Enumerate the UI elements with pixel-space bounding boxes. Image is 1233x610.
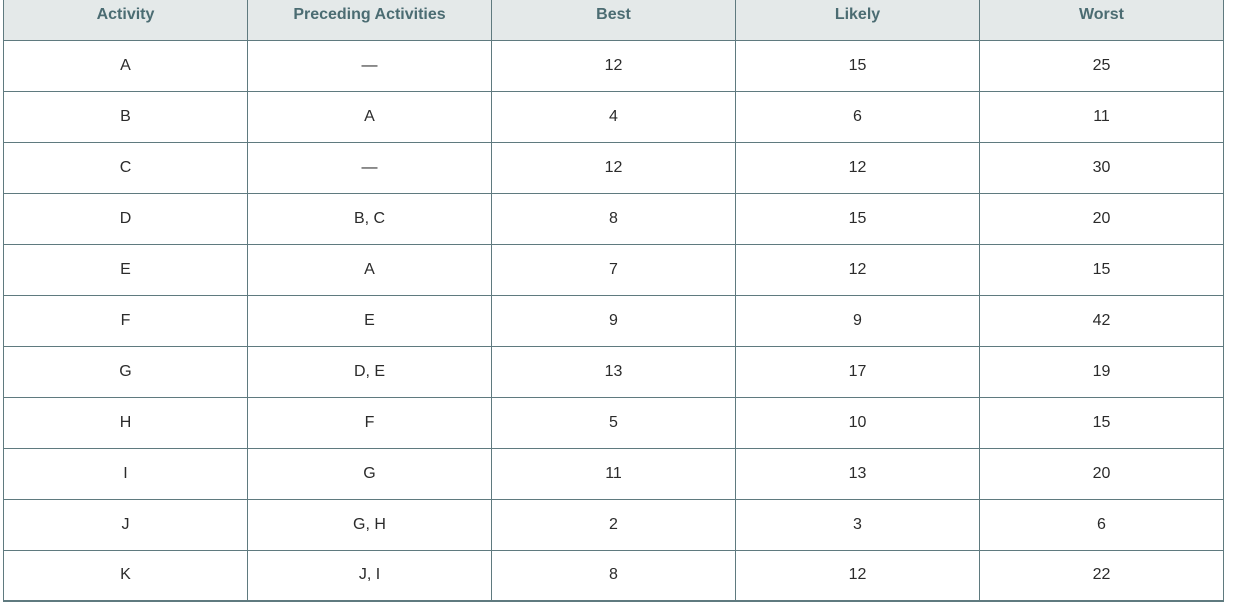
table-row: E A 7 12 15 [3,243,1224,296]
activity-table-container: Activity Preceding Activities Best Likel… [3,0,1224,602]
cell-likely: 15 [735,39,980,92]
cell-best: 12 [491,39,736,92]
cell-activity: H [3,396,248,449]
cell-worst: 15 [979,243,1224,296]
cell-best: 7 [491,243,736,296]
table-row: C — 12 12 30 [3,141,1224,194]
cell-preceding: B, C [247,192,492,245]
table-row: J G, H 2 3 6 [3,498,1224,551]
header-likely: Likely [735,0,980,41]
cell-activity: K [3,549,248,602]
cell-activity: C [3,141,248,194]
cell-best: 9 [491,294,736,347]
cell-best: 5 [491,396,736,449]
header-activity: Activity [3,0,248,41]
cell-preceding: G, H [247,498,492,551]
header-worst: Worst [979,0,1224,41]
cell-preceding: A [247,90,492,143]
cell-best: 8 [491,192,736,245]
cell-worst: 11 [979,90,1224,143]
cell-preceding: — [247,39,492,92]
cell-likely: 17 [735,345,980,398]
cell-preceding: F [247,396,492,449]
cell-best: 12 [491,141,736,194]
header-row: Activity Preceding Activities Best Likel… [3,0,1224,41]
cell-activity: G [3,345,248,398]
cell-worst: 15 [979,396,1224,449]
table-row: H F 5 10 15 [3,396,1224,449]
cell-activity: D [3,192,248,245]
table-row: A — 12 15 25 [3,39,1224,92]
activity-duration-table: Activity Preceding Activities Best Likel… [3,0,1224,602]
cell-likely: 12 [735,243,980,296]
cell-likely: 10 [735,396,980,449]
cell-preceding: — [247,141,492,194]
cell-likely: 9 [735,294,980,347]
cell-likely: 13 [735,447,980,500]
header-best: Best [491,0,736,41]
cell-worst: 6 [979,498,1224,551]
cell-worst: 20 [979,447,1224,500]
cell-best: 13 [491,345,736,398]
cell-best: 8 [491,549,736,602]
cell-preceding: D, E [247,345,492,398]
cell-activity: E [3,243,248,296]
header-preceding-activities: Preceding Activities [247,0,492,41]
cell-best: 11 [491,447,736,500]
cell-preceding: G [247,447,492,500]
cell-worst: 22 [979,549,1224,602]
cell-activity: J [3,498,248,551]
table-row: B A 4 6 11 [3,90,1224,143]
cell-likely: 15 [735,192,980,245]
cell-activity: B [3,90,248,143]
cell-activity: A [3,39,248,92]
table-header: Activity Preceding Activities Best Likel… [3,0,1224,41]
cell-worst: 19 [979,345,1224,398]
cell-worst: 42 [979,294,1224,347]
cell-likely: 12 [735,549,980,602]
cell-best: 4 [491,90,736,143]
cell-likely: 3 [735,498,980,551]
cell-activity: I [3,447,248,500]
cell-preceding: J, I [247,549,492,602]
cell-activity: F [3,294,248,347]
cell-best: 2 [491,498,736,551]
cell-likely: 12 [735,141,980,194]
cell-worst: 25 [979,39,1224,92]
cell-worst: 30 [979,141,1224,194]
cell-worst: 20 [979,192,1224,245]
cell-likely: 6 [735,90,980,143]
table-row: G D, E 13 17 19 [3,345,1224,398]
table-row: D B, C 8 15 20 [3,192,1224,245]
cell-preceding: E [247,294,492,347]
table-body: A — 12 15 25 B A 4 6 11 C — 12 12 30 D B… [3,39,1224,602]
cell-preceding: A [247,243,492,296]
table-row: F E 9 9 42 [3,294,1224,347]
table-row: K J, I 8 12 22 [3,549,1224,602]
table-row: I G 11 13 20 [3,447,1224,500]
